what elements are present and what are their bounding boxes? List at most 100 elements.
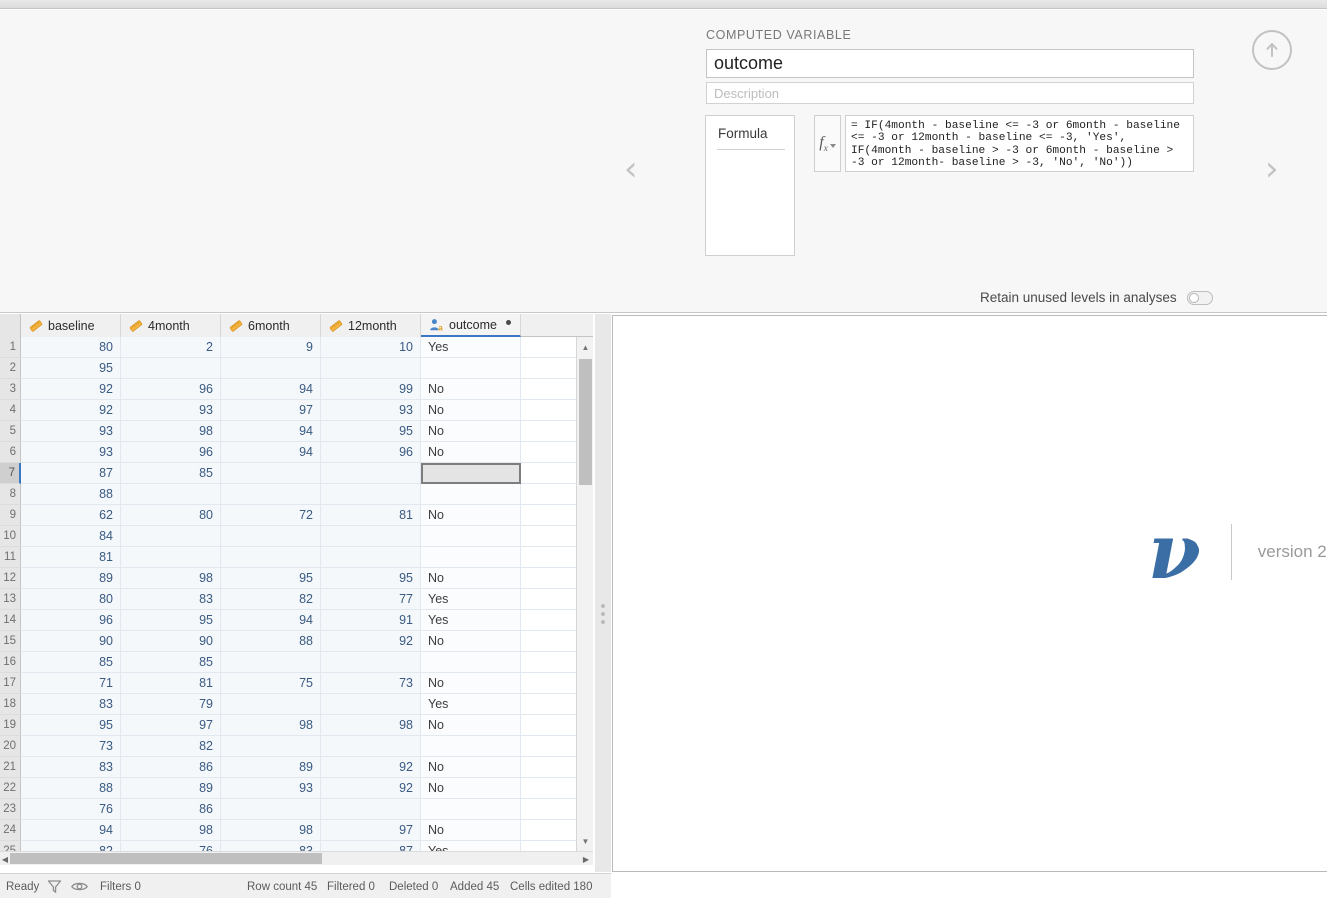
cell-m12-9[interactable]: 81	[321, 505, 421, 526]
cell-empty-18[interactable]	[521, 694, 577, 715]
cell-outcome-22[interactable]: No	[421, 778, 521, 799]
cell-outcome-23[interactable]	[421, 799, 521, 820]
cell-m6-24[interactable]: 98	[221, 820, 321, 841]
vertical-scroll-thumb[interactable]	[579, 359, 592, 485]
row-header-4[interactable]: 4	[0, 400, 21, 421]
cell-m6-18[interactable]	[221, 694, 321, 715]
cell-m12-8[interactable]	[321, 484, 421, 505]
table-row[interactable]: 16 85 85	[0, 652, 593, 673]
table-row[interactable]: 9 62 80 72 81 No	[0, 505, 593, 526]
cell-empty-8[interactable]	[521, 484, 577, 505]
results-panel[interactable]: ν version 2.3.2	[612, 315, 1327, 872]
cell-baseline-5[interactable]: 93	[21, 421, 121, 442]
cell-m4-9[interactable]: 80	[121, 505, 221, 526]
scroll-up-arrow-icon[interactable]: ▲	[577, 339, 593, 355]
cell-baseline-2[interactable]: 95	[21, 358, 121, 379]
cell-m6-3[interactable]: 94	[221, 379, 321, 400]
cell-baseline-16[interactable]: 85	[21, 652, 121, 673]
cell-outcome-2[interactable]	[421, 358, 521, 379]
table-row[interactable]: 4 92 93 97 93 No	[0, 400, 593, 421]
row-header-6[interactable]: 6	[0, 442, 21, 463]
cell-outcome-11[interactable]	[421, 547, 521, 568]
cell-baseline-13[interactable]: 80	[21, 589, 121, 610]
cell-empty-7[interactable]	[521, 463, 577, 484]
cell-outcome-5[interactable]: No	[421, 421, 521, 442]
cell-m4-4[interactable]: 93	[121, 400, 221, 421]
horizontal-scrollbar[interactable]: ◀ ▶	[0, 851, 593, 865]
cell-m6-7[interactable]	[221, 463, 321, 484]
cell-baseline-11[interactable]: 81	[21, 547, 121, 568]
table-row[interactable]: 2 95	[0, 358, 593, 379]
cell-baseline-21[interactable]: 83	[21, 757, 121, 778]
cell-m12-23[interactable]	[321, 799, 421, 820]
table-row[interactable]: 23 76 86	[0, 799, 593, 820]
cell-empty-9[interactable]	[521, 505, 577, 526]
table-row[interactable]: 18 83 79 Yes	[0, 694, 593, 715]
cell-m4-11[interactable]	[121, 547, 221, 568]
cell-m4-19[interactable]: 97	[121, 715, 221, 736]
cell-baseline-7[interactable]: 87	[21, 463, 121, 484]
cell-m12-11[interactable]	[321, 547, 421, 568]
cell-outcome-10[interactable]	[421, 526, 521, 547]
cell-m12-1[interactable]: 10	[321, 337, 421, 358]
cell-m4-5[interactable]: 98	[121, 421, 221, 442]
variable-description-input[interactable]	[706, 82, 1194, 104]
table-row[interactable]: 13 80 83 82 77 Yes	[0, 589, 593, 610]
cell-empty-3[interactable]	[521, 379, 577, 400]
cell-m12-4[interactable]: 93	[321, 400, 421, 421]
row-header-2[interactable]: 2	[0, 358, 21, 379]
row-header-19[interactable]: 19	[0, 715, 21, 736]
cell-outcome-1[interactable]: Yes	[421, 337, 521, 358]
cell-m12-14[interactable]: 91	[321, 610, 421, 631]
cell-m12-13[interactable]: 77	[321, 589, 421, 610]
table-row[interactable]: 20 73 82	[0, 736, 593, 757]
row-header-1[interactable]: 1	[0, 337, 21, 358]
row-header-20[interactable]: 20	[0, 736, 21, 757]
row-header-5[interactable]: 5	[0, 421, 21, 442]
row-header-7[interactable]: 7	[0, 463, 21, 484]
row-header-8[interactable]: 8	[0, 484, 21, 505]
cell-outcome-3[interactable]: No	[421, 379, 521, 400]
cell-baseline-17[interactable]: 71	[21, 673, 121, 694]
cell-m6-17[interactable]: 75	[221, 673, 321, 694]
cell-outcome-18[interactable]: Yes	[421, 694, 521, 715]
cell-m12-3[interactable]: 99	[321, 379, 421, 400]
cell-empty-10[interactable]	[521, 526, 577, 547]
cell-empty-6[interactable]	[521, 442, 577, 463]
table-row[interactable]: 14 96 95 94 91 Yes	[0, 610, 593, 631]
cell-outcome-19[interactable]: No	[421, 715, 521, 736]
cell-empty-20[interactable]	[521, 736, 577, 757]
horizontal-scroll-thumb[interactable]	[10, 853, 322, 864]
cell-outcome-4[interactable]: No	[421, 400, 521, 421]
row-header-13[interactable]: 13	[0, 589, 21, 610]
row-header-12[interactable]: 12	[0, 568, 21, 589]
cell-baseline-19[interactable]: 95	[21, 715, 121, 736]
cell-m12-16[interactable]	[321, 652, 421, 673]
cell-baseline-12[interactable]: 89	[21, 568, 121, 589]
cell-m4-2[interactable]	[121, 358, 221, 379]
table-row[interactable]: 24 94 98 98 97 No	[0, 820, 593, 841]
row-header-17[interactable]: 17	[0, 673, 21, 694]
cell-m6-13[interactable]: 82	[221, 589, 321, 610]
cell-m6-23[interactable]	[221, 799, 321, 820]
collapse-panel-button[interactable]	[1252, 30, 1292, 70]
cell-m4-8[interactable]	[121, 484, 221, 505]
cell-m6-10[interactable]	[221, 526, 321, 547]
cell-baseline-1[interactable]: 80	[21, 337, 121, 358]
cell-baseline-10[interactable]: 84	[21, 526, 121, 547]
cell-baseline-22[interactable]: 88	[21, 778, 121, 799]
column-header-outcome[interactable]: a outcome	[421, 314, 521, 337]
cell-m6-2[interactable]	[221, 358, 321, 379]
cell-baseline-8[interactable]: 88	[21, 484, 121, 505]
panel-splitter[interactable]	[595, 314, 611, 872]
cell-baseline-24[interactable]: 94	[21, 820, 121, 841]
formula-input[interactable]: = IF(4month - baseline <= -3 or 6month -…	[845, 115, 1194, 172]
cell-m4-17[interactable]: 81	[121, 673, 221, 694]
cell-empty-2[interactable]	[521, 358, 577, 379]
cell-m12-18[interactable]	[321, 694, 421, 715]
table-row[interactable]: 19 95 97 98 98 No	[0, 715, 593, 736]
row-header-24[interactable]: 24	[0, 820, 21, 841]
cell-m12-10[interactable]	[321, 526, 421, 547]
cell-m12-5[interactable]: 95	[321, 421, 421, 442]
cell-m12-17[interactable]: 73	[321, 673, 421, 694]
